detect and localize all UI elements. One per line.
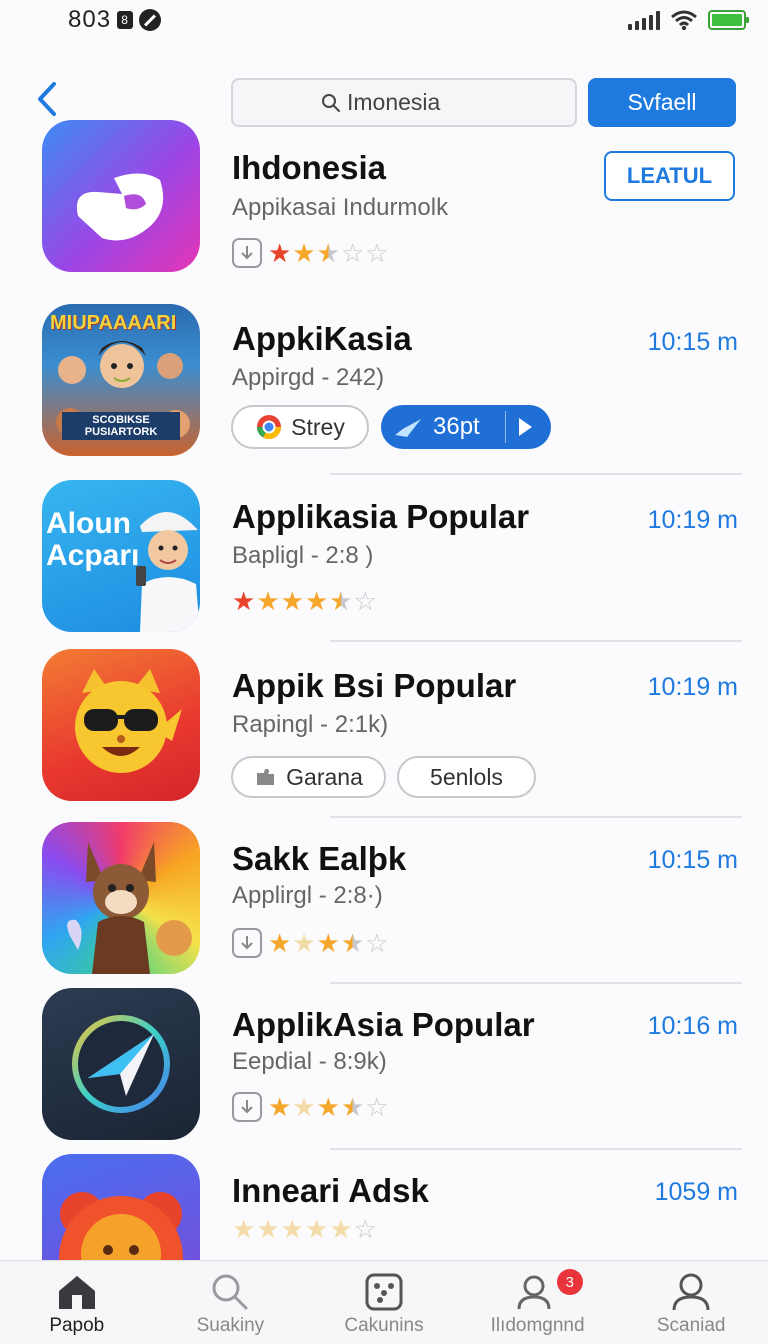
tab-label: Cakunins (344, 1315, 424, 1336)
app-name: Inneari Adsk (232, 1172, 429, 1209)
app-subtitle: Eepdial - 8:9k) (232, 1048, 387, 1075)
status-right (628, 9, 749, 31)
status-bar: 803 8 (0, 0, 768, 40)
battery-icon (708, 10, 749, 30)
boy-with-phone-icon: Aloun Acparı (42, 480, 200, 632)
notification-icon: 8 (117, 11, 134, 29)
divider (330, 816, 742, 818)
wifi-icon (671, 10, 697, 31)
status-left: 803 8 (68, 6, 162, 34)
game-characters-icon: MIUPAAAARI SCOBIKSE PUSIARTORK (42, 304, 200, 456)
tab-label: Papob (49, 1315, 105, 1336)
cartoon-fox-icon (42, 822, 200, 974)
divider (330, 640, 742, 642)
divider (330, 982, 742, 984)
chevron-left-icon (38, 82, 56, 116)
back-button[interactable] (28, 76, 68, 122)
signal-icon (628, 10, 660, 30)
app-name: ApplikAsia Popular (232, 1006, 535, 1043)
app-time: 10:16 m (647, 1012, 738, 1040)
app-subtitle: Bapligl - 2:8 ) (232, 542, 374, 569)
action-label: 36pt (433, 413, 480, 440)
search-icon (212, 1274, 248, 1310)
cool-cat-icon (42, 649, 200, 801)
tab-label: Scaniad (656, 1315, 726, 1336)
home-icon (58, 1276, 95, 1309)
tab-profile[interactable]: Scaniad (614, 1261, 768, 1344)
app-row[interactable]: MIUPAAAARI SCOBIKSE PUSIARTORK AppkiKasi… (0, 304, 768, 474)
app-name: Ihdonesia (232, 149, 387, 186)
tab-search[interactable]: Suakiny (154, 1261, 308, 1344)
app-subtitle: Appirgd - 242) (232, 364, 385, 391)
icon-title-text: MIUPAAAARI (50, 312, 177, 334)
bear-face-icon (42, 1154, 200, 1260)
genre-chip[interactable]: Garana (231, 756, 386, 798)
star-rating: ★ ★ ★ ★ ☆ (268, 1092, 389, 1122)
chip-label: Strey (291, 413, 345, 440)
chip-label: Garana (286, 763, 363, 790)
chrome-icon (257, 415, 282, 440)
star-rating: ★ ★ ★ ★ ★ ☆ (232, 1214, 377, 1244)
app-row[interactable]: Inneari Adsk 1059 m ★ ★ ★ ★ ★ ☆ (0, 1154, 768, 1260)
app-row[interactable]: Aloun Acparı Applikasia Popular Bapligl … (0, 480, 768, 650)
search-input[interactable] (347, 89, 487, 116)
play-icon (519, 418, 532, 436)
star-rating: ★ ★ ★ ★ ☆ (268, 928, 389, 958)
do-not-disturb-icon (139, 9, 162, 31)
browser-chip[interactable]: Strey (231, 405, 369, 449)
download-icon (232, 1092, 262, 1122)
icon-footer-text: SCOBIKSE PUSIARTORK (62, 412, 180, 440)
tab-updates[interactable]: 3 Ilıdomgnnd (461, 1261, 615, 1344)
tab-label: Ilıdomgnnd (490, 1315, 585, 1336)
app-row[interactable]: Sakk Ealþk Applirgl - 2:8·) 10:15 m ★ ★ ★ ★… (0, 822, 768, 992)
updates-icon (517, 1275, 551, 1310)
star-rating: ★ ★ ★ ★ ★ ☆ (232, 586, 377, 616)
status-time: 803 (68, 6, 112, 33)
icon-text: Aloun (46, 507, 131, 540)
app-name: Appik Bsi Popular (232, 667, 517, 704)
tab-label: Suakiny (196, 1315, 265, 1336)
app-list: Ihdonesia Appikasai Indurmolk LEATUL ★ ★ ★… (0, 118, 768, 1260)
compass-arrow-icon (42, 988, 200, 1140)
tab-today[interactable]: Papob (0, 1261, 154, 1344)
divider (330, 1148, 742, 1150)
rating: ★ ★ ★ ★ ☆ (232, 1092, 389, 1122)
puzzle-icon (257, 768, 275, 785)
app-time: 10:19 m (647, 506, 738, 534)
profile-icon (672, 1273, 710, 1311)
rating: ★ ★ ★ ★ ★ ☆ (232, 1214, 377, 1244)
get-button[interactable]: LEATUL (604, 151, 735, 201)
app-logo-icon (42, 120, 200, 272)
notification-badge: 3 (556, 1269, 583, 1295)
category-chip[interactable]: 5enlols (397, 756, 536, 798)
app-name: Applikasia Popular (232, 498, 530, 535)
app-time: 10:19 m (647, 673, 738, 701)
action-button[interactable]: 36pt (381, 405, 551, 449)
app-row[interactable]: Ihdonesia Appikasai Indurmolk LEATUL ★ ★ ★… (0, 118, 768, 288)
download-icon (232, 238, 262, 268)
app-subtitle: Rapingl - 2:1k) (232, 711, 389, 738)
apps-icon (365, 1273, 403, 1311)
app-time: 10:15 m (647, 328, 738, 356)
app-name: AppkiKasia (232, 320, 412, 357)
rating: ★ ★ ★ ★ ★ ☆ (232, 586, 377, 616)
star-rating: ★ ★ ★ ☆ ☆ (268, 238, 389, 268)
icon-text: Acparı (46, 539, 140, 572)
rating: ★ ★ ★ ☆ ☆ (232, 238, 389, 268)
chip-label: 5enlols (430, 763, 503, 790)
tab-bar: Papob Suakiny Cakunins 3 Ilıdomgnnd Scan… (0, 1260, 768, 1344)
app-name: Sakk Ealþk (232, 840, 407, 877)
app-subtitle: Appikasai Indurmolk (232, 194, 449, 221)
app-time: 1059 m (654, 1178, 738, 1206)
rating: ★ ★ ★ ★ ☆ (232, 928, 389, 958)
divider (330, 473, 742, 475)
tab-apps[interactable]: Cakunins (307, 1261, 461, 1344)
app-row[interactable]: ApplikAsia Popular Eepdial - 8:9k) 10:16… (0, 988, 768, 1158)
app-subtitle: Applirgl - 2:8·) (232, 882, 383, 909)
app-row[interactable]: Appik Bsi Popular Rapingl - 2:1k) 10:19 … (0, 649, 768, 819)
download-icon (232, 928, 262, 958)
search-icon (322, 93, 340, 112)
app-time: 10:15 m (647, 846, 738, 874)
send-icon (395, 419, 421, 437)
